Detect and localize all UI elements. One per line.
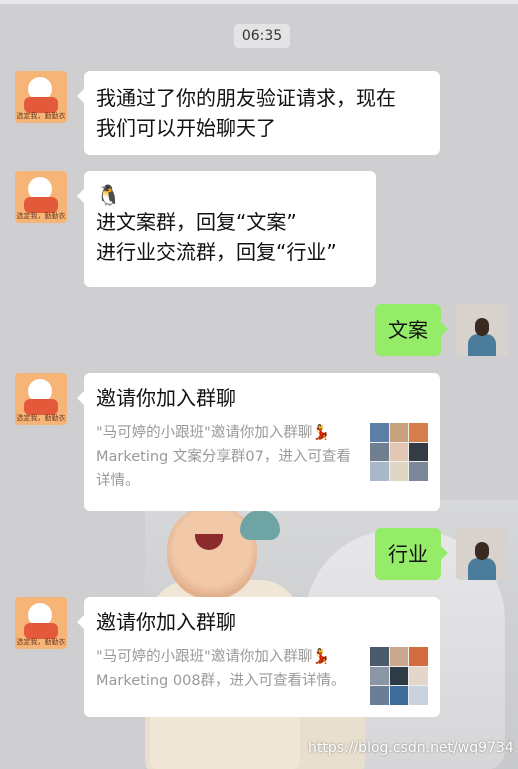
watermark-text: https://blog.csdn.net/wq9734 bbox=[308, 740, 514, 756]
message-timestamp: 06:35 bbox=[234, 24, 290, 48]
invite-text: Marketing 文案分享群07，进入可查看 bbox=[96, 449, 351, 465]
avatar-tag: 选定我，勤勤衣 bbox=[16, 112, 66, 120]
invite-text: "马可婷的小跟班"邀请你加入群聊💃 bbox=[96, 425, 331, 441]
group-thumbnail-grid-icon bbox=[370, 423, 428, 481]
my-message-bubble-industry[interactable]: 行业 bbox=[375, 528, 448, 580]
contact-avatar[interactable]: 选定我，勤勤衣 bbox=[15, 597, 67, 649]
penguin-emoji-icon: 🐧 bbox=[96, 183, 121, 207]
contact-avatar[interactable]: 选定我，勤勤衣 bbox=[15, 373, 67, 425]
top-bar-edge bbox=[0, 0, 518, 4]
message-bubble-2[interactable]: 🐧 进文案群，回复“文案” 进行业交流群，回复“行业” bbox=[77, 171, 376, 287]
message-text: 行业 bbox=[388, 542, 428, 566]
avatar-tag: 选定我，勤勤衣 bbox=[16, 212, 66, 220]
message-text: 我们可以开始聊天了 bbox=[96, 116, 276, 140]
invite-text: "马可婷的小跟班"邀请你加入群聊💃 bbox=[96, 649, 331, 665]
contact-avatar[interactable]: 选定我，勤勤衣 bbox=[15, 171, 67, 223]
group-thumbnail-grid-icon bbox=[370, 647, 428, 705]
message-text: 文案 bbox=[388, 318, 428, 342]
invite-text: Marketing 008群，进入可查看详情。 bbox=[96, 673, 346, 689]
message-bubble-1[interactable]: 我通过了你的朋友验证请求，现在 我们可以开始聊天了 bbox=[77, 71, 440, 155]
contact-avatar[interactable]: 选定我，勤勤衣 bbox=[15, 71, 67, 123]
invite-title: 邀请你加入群聊 bbox=[96, 386, 236, 410]
group-invite-card-1[interactable]: 邀请你加入群聊 "马可婷的小跟班"邀请你加入群聊💃 Marketing 文案分享… bbox=[77, 373, 440, 511]
message-text: 进文案群，回复“文案” bbox=[96, 210, 297, 234]
invite-title: 邀请你加入群聊 bbox=[96, 610, 236, 634]
invite-text: 详情。 bbox=[96, 473, 140, 489]
avatar-tag: 选定我，勤勤衣 bbox=[16, 638, 66, 646]
my-avatar[interactable] bbox=[456, 528, 508, 580]
avatar-tag: 选定我，勤勤衣 bbox=[16, 414, 66, 422]
chat-screen: 06:35 选定我，勤勤衣 我通过了你的朋友验证请求，现在 我们可以开始聊天了 … bbox=[0, 0, 518, 769]
group-invite-card-2[interactable]: 邀请你加入群聊 "马可婷的小跟班"邀请你加入群聊💃 Marketing 008群… bbox=[77, 597, 440, 717]
my-avatar[interactable] bbox=[456, 304, 508, 356]
message-text: 我通过了你的朋友验证请求，现在 bbox=[96, 86, 396, 110]
message-text: 进行业交流群，回复“行业” bbox=[96, 240, 337, 264]
my-message-bubble-copywriting[interactable]: 文案 bbox=[375, 304, 448, 356]
